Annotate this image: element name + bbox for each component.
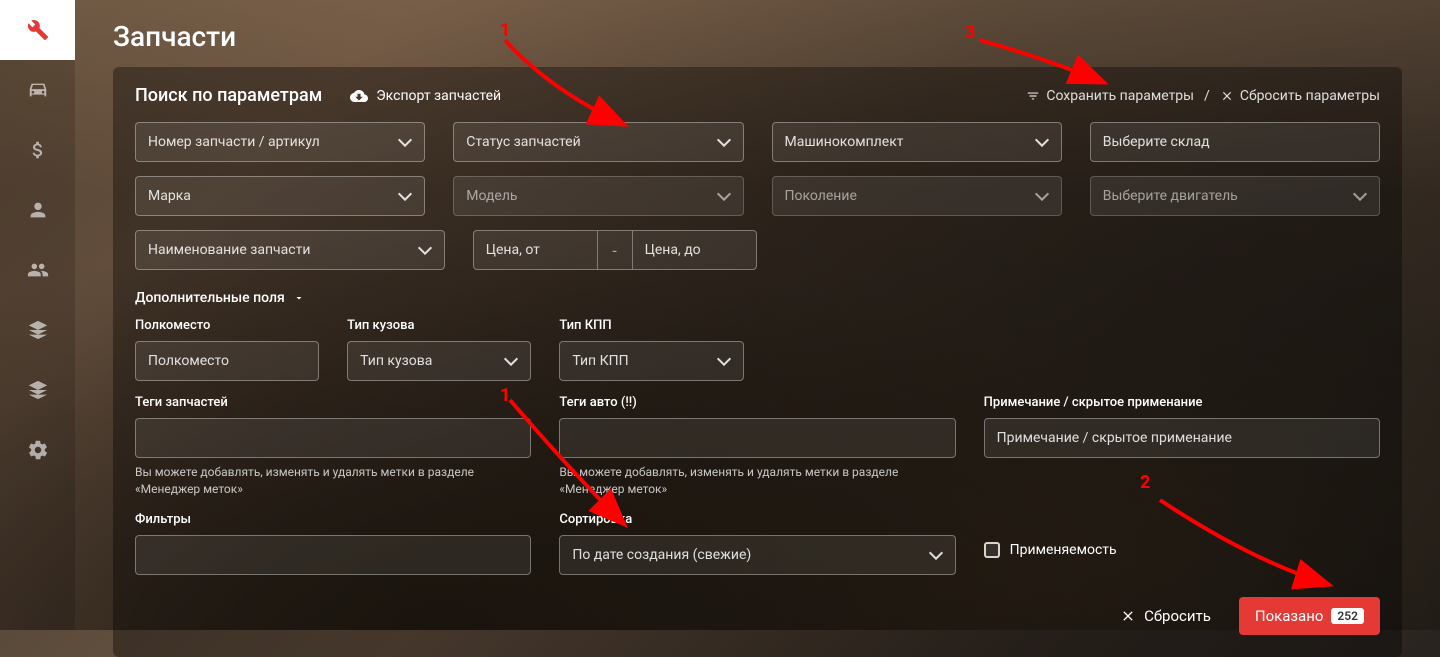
parts-tags-hint: Вы можете добавлять, изменять и удалять …: [135, 464, 531, 498]
model-select[interactable]: Модель: [453, 176, 743, 216]
sidebar-item-stock-out[interactable]: [0, 360, 75, 420]
sidebar-item-parts[interactable]: [0, 0, 75, 60]
sort-select[interactable]: По дате создания (свежие): [559, 535, 955, 575]
sidebar-item-sales[interactable]: [0, 120, 75, 180]
sidebar-item-cars[interactable]: [0, 60, 75, 120]
save-params-label: Сохранить параметры: [1046, 88, 1194, 104]
car-icon: [27, 79, 49, 101]
gear-icon: [27, 439, 49, 461]
people-icon: [27, 259, 49, 281]
dollar-icon: [27, 139, 49, 161]
sidebar: [0, 0, 75, 630]
shelf-input[interactable]: Полкоместо: [135, 341, 319, 381]
person-icon: [27, 199, 49, 221]
divider: /: [1204, 88, 1210, 104]
generation-select[interactable]: Поколение: [772, 176, 1062, 216]
panel-header: Поиск по параметрам Экспорт запчастей Со…: [135, 85, 1380, 106]
warehouse-input[interactable]: Выберите склад: [1090, 122, 1380, 162]
checkbox-icon: [984, 542, 1000, 558]
parts-tags-label: Теги запчастей: [135, 395, 531, 410]
filters-input[interactable]: [135, 535, 531, 575]
note-label: Примечание / скрытое применание: [984, 395, 1380, 410]
applicability-checkbox[interactable]: Применяемость: [984, 542, 1380, 558]
brand-select[interactable]: Марка: [135, 176, 425, 216]
part-name-select[interactable]: Наименование запчасти: [135, 230, 445, 270]
body-type-label: Тип кузова: [347, 318, 531, 333]
stack-icon: [27, 319, 49, 341]
export-label: Экспорт запчастей: [376, 88, 501, 104]
page-title: Запчасти: [113, 20, 1402, 53]
kit-select[interactable]: Машинокомплект: [772, 122, 1062, 162]
sort-label: Сортировка: [559, 512, 955, 527]
footer-actions: Сбросить Показано 252: [135, 597, 1380, 635]
status-select[interactable]: Статус запчастей: [453, 122, 743, 162]
show-results-button[interactable]: Показано 252: [1239, 597, 1380, 635]
auto-tags-input[interactable]: [559, 418, 955, 458]
filters-label: Фильтры: [135, 512, 531, 527]
price-separator: -: [598, 230, 632, 270]
engine-select[interactable]: Выберите двигатель: [1090, 176, 1380, 216]
reset-params-label: Сбросить параметры: [1240, 88, 1380, 104]
part-number-select[interactable]: Номер запчасти / артикул: [135, 122, 425, 162]
sidebar-item-settings[interactable]: [0, 420, 75, 480]
auto-tags-label: Теги авто (!!): [559, 395, 955, 410]
main: Запчасти Поиск по параметрам Экспорт зап…: [75, 0, 1440, 630]
stack-icon: [27, 379, 49, 401]
shelf-label: Полкоместо: [135, 318, 319, 333]
save-params-button[interactable]: Сохранить параметры: [1026, 88, 1194, 104]
sidebar-item-stock-in[interactable]: [0, 300, 75, 360]
reset-params-button[interactable]: Сбросить параметры: [1220, 88, 1380, 104]
body-type-select[interactable]: Тип кузова: [347, 341, 531, 381]
chevron-down-icon: [293, 292, 305, 304]
wrench-icon: [27, 19, 49, 41]
price-to-input[interactable]: Цена, до: [632, 230, 757, 270]
panel-title: Поиск по параметрам: [135, 85, 322, 106]
price-range: Цена, от - Цена, до: [473, 230, 757, 270]
panel-actions: Сохранить параметры / Сбросить параметры: [1026, 88, 1380, 104]
sidebar-item-clients[interactable]: [0, 240, 75, 300]
extra-fields-toggle[interactable]: Дополнительные поля: [135, 290, 305, 306]
close-icon: [1220, 89, 1234, 103]
cloud-download-icon: [350, 87, 368, 105]
search-panel: Поиск по параметрам Экспорт запчастей Со…: [113, 67, 1402, 657]
sidebar-item-client[interactable]: [0, 180, 75, 240]
close-icon: [1120, 608, 1136, 624]
gearbox-label: Тип КПП: [559, 318, 743, 333]
reset-button[interactable]: Сбросить: [1120, 607, 1211, 625]
note-input[interactable]: Примечание / скрытое применание: [984, 418, 1380, 458]
gearbox-select[interactable]: Тип КПП: [559, 341, 743, 381]
parts-tags-input[interactable]: [135, 418, 531, 458]
price-from-input[interactable]: Цена, от: [473, 230, 598, 270]
results-count-badge: 252: [1331, 608, 1364, 624]
auto-tags-hint: Вы можете добавлять, изменять и удалять …: [559, 464, 955, 498]
export-button[interactable]: Экспорт запчастей: [350, 87, 501, 105]
filter-icon: [1026, 89, 1040, 103]
